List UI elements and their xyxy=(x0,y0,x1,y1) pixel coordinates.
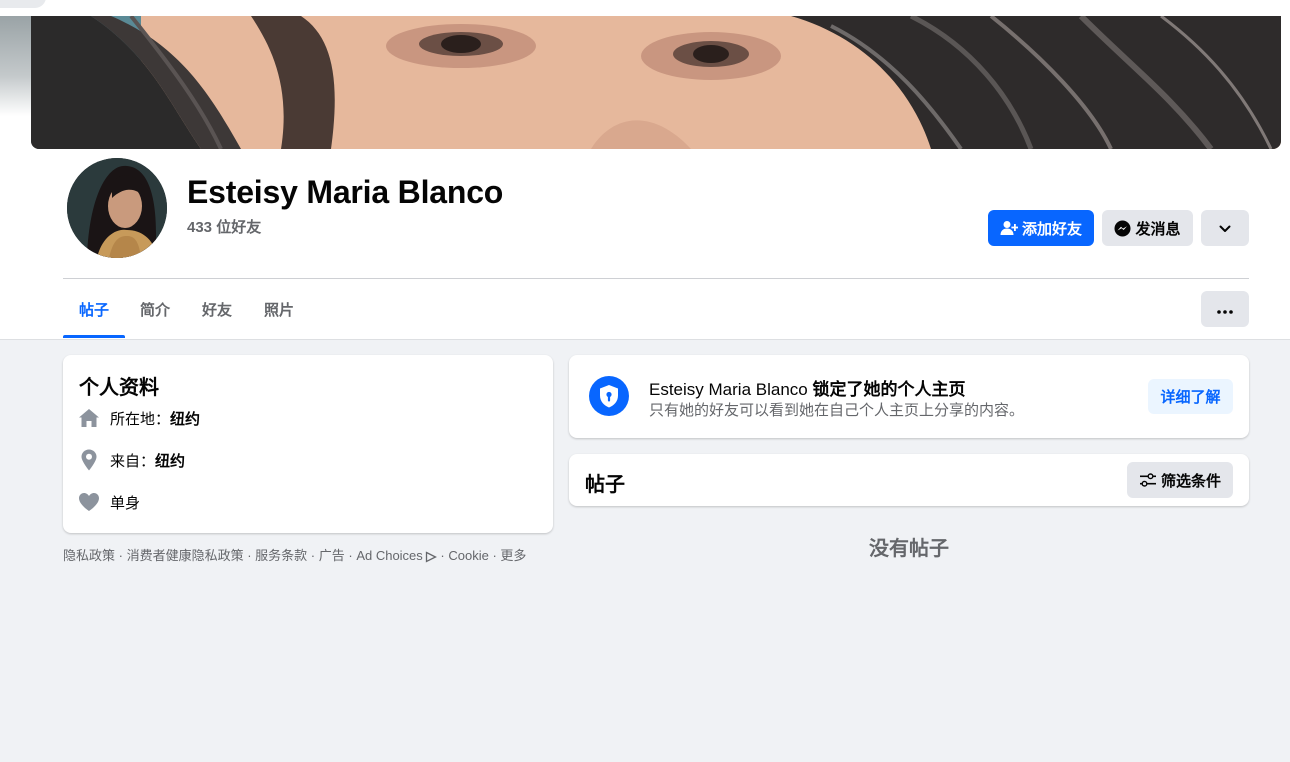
footer-link-health-privacy[interactable]: 消费者健康隐私政策 xyxy=(127,548,244,563)
tab-about[interactable]: 简介 xyxy=(124,280,186,338)
intro-label: 所在地： xyxy=(110,410,171,428)
tab-label: 好友 xyxy=(202,301,233,319)
intro-item-location: 所在地： 纽约 xyxy=(77,406,200,430)
add-friend-icon xyxy=(1000,220,1018,236)
locked-notice-subtitle: 只有她的好友可以看到她在自己个人主页上分享的内容。 xyxy=(649,402,1025,419)
shield-lock-icon xyxy=(589,376,629,421)
intro-value-link[interactable]: 纽约 xyxy=(170,408,200,429)
locked-profile-card: Esteisy Maria Blanco 锁定了她的个人主页 只有她的好友可以看… xyxy=(569,355,1249,438)
footer-links: 隐私政策 · 消费者健康隐私政策 · 服务条款 · 广告 · Ad Choice… xyxy=(63,545,526,566)
footer-link-ads[interactable]: 广告 xyxy=(319,548,345,563)
posts-title: 帖子 xyxy=(585,474,625,496)
intro-title: 个人资料 xyxy=(79,377,159,399)
filter-button[interactable]: 筛选条件 xyxy=(1127,462,1233,498)
locked-notice-suffix: 锁定了她的个人主页 xyxy=(812,380,966,399)
intro-label: 单身 xyxy=(110,494,141,512)
learn-more-button[interactable]: 详细了解 xyxy=(1148,379,1233,414)
cover-photo[interactable] xyxy=(31,16,1281,149)
browser-top-strip xyxy=(0,0,1290,16)
locked-notice-name: Esteisy Maria Blanco xyxy=(649,380,808,399)
tab-pill xyxy=(0,0,46,8)
filter-label: 筛选条件 xyxy=(1160,472,1221,490)
cover-left-edge xyxy=(0,16,31,116)
home-icon xyxy=(77,406,101,430)
location-pin-icon xyxy=(77,448,101,472)
add-friend-label: 添加好友 xyxy=(1021,220,1082,238)
footer-link-privacy[interactable]: 隐私政策 xyxy=(63,548,115,563)
footer-link-more[interactable]: 更多 xyxy=(500,548,526,563)
tab-photos[interactable]: 照片 xyxy=(248,280,310,338)
tab-label: 照片 xyxy=(264,301,295,319)
message-label: 发消息 xyxy=(1135,220,1181,238)
footer-link-ad-choices[interactable]: Ad Choices xyxy=(356,548,422,563)
intro-label: 来自： xyxy=(110,452,156,470)
filter-sliders-icon xyxy=(1139,473,1157,487)
tab-more-options-button[interactable] xyxy=(1201,291,1249,327)
more-profile-actions-button[interactable] xyxy=(1201,210,1249,246)
intro-item-relationship: 单身 xyxy=(77,490,140,514)
intro-value-link[interactable]: 纽约 xyxy=(155,450,185,471)
tab-posts[interactable]: 帖子 xyxy=(63,280,126,338)
add-friend-button[interactable]: 添加好友 xyxy=(988,210,1094,246)
messenger-icon xyxy=(1114,220,1131,237)
no-posts-message: 没有帖子 xyxy=(869,538,949,560)
friends-count[interactable]: 433 位好友 xyxy=(187,216,261,237)
tab-friends[interactable]: 好友 xyxy=(186,280,248,338)
chevron-down-icon xyxy=(1219,220,1231,237)
footer-link-cookie[interactable]: Cookie xyxy=(448,548,488,563)
tab-label: 简介 xyxy=(140,301,171,319)
intro-item-hometown: 来自： 纽约 xyxy=(77,448,185,472)
posts-card: 帖子 筛选条件 xyxy=(569,454,1249,506)
profile-avatar[interactable] xyxy=(67,158,167,258)
profile-name: Esteisy Maria Blanco xyxy=(187,174,504,210)
tab-label: 帖子 xyxy=(79,301,110,319)
locked-notice-title: Esteisy Maria Blanco 锁定了她的个人主页 xyxy=(649,375,965,400)
intro-card: 个人资料 所在地： 纽约 来自： 纽约 单身 xyxy=(63,355,553,533)
heart-icon xyxy=(77,490,101,514)
more-dots-icon xyxy=(1217,301,1233,318)
header-divider xyxy=(63,278,1249,279)
ad-choices-icon xyxy=(425,551,437,566)
footer-link-terms[interactable]: 服务条款 xyxy=(255,548,307,563)
message-button[interactable]: 发消息 xyxy=(1102,210,1193,246)
